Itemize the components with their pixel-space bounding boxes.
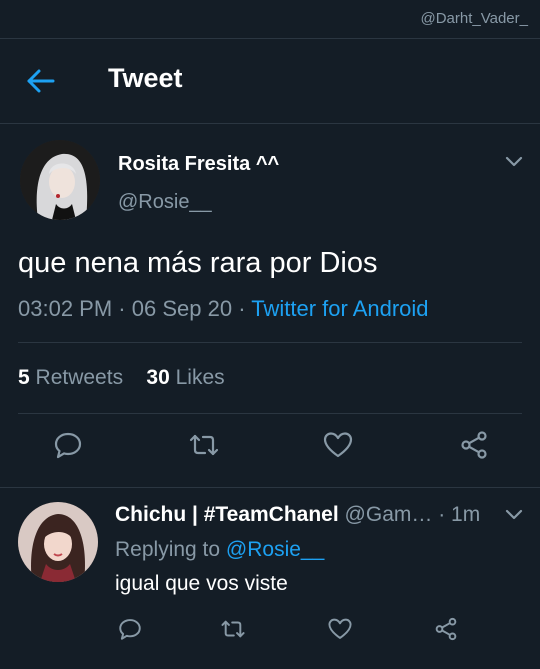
reply-time: 1m <box>451 503 481 526</box>
reply-author-name[interactable]: Chichu | #TeamChanel <box>115 503 339 526</box>
heart-icon[interactable] <box>322 429 354 461</box>
meta-separator: · <box>438 503 452 526</box>
reply-header: Chichu | #TeamChanel @Gam… · 1m <box>115 503 480 527</box>
avatar[interactable] <box>20 140 100 220</box>
top-bar: Tweet <box>0 38 540 124</box>
share-icon[interactable] <box>458 429 490 461</box>
tweet-source-link[interactable]: Twitter for Android <box>251 296 428 321</box>
reply-tweet[interactable]: Chichu | #TeamChanel @Gam… · 1m Replying… <box>0 488 540 669</box>
likes-stat[interactable]: 30 Likes <box>146 366 224 389</box>
author-name[interactable]: Rosita Fresita ^^ <box>118 153 279 176</box>
reply-text: igual que vos viste <box>115 572 288 595</box>
replying-to-label: Replying to <box>115 538 221 561</box>
tweet-date: 06 Sep 20 <box>131 296 233 321</box>
tweet-text: que nena más rara por Dios <box>18 247 378 279</box>
avatar[interactable] <box>18 502 98 582</box>
reply-author-handle[interactable]: @Gam… <box>345 503 433 526</box>
divider <box>18 413 522 414</box>
share-icon[interactable] <box>433 616 459 642</box>
page-title: Tweet <box>108 63 183 93</box>
comment-icon[interactable] <box>117 616 143 642</box>
heart-icon[interactable] <box>327 616 353 642</box>
back-arrow-icon[interactable] <box>26 67 56 95</box>
retweet-icon[interactable] <box>188 429 220 461</box>
retweet-icon[interactable] <box>220 616 246 642</box>
author-handle[interactable]: @Rosie__ <box>118 191 212 214</box>
comment-icon[interactable] <box>52 429 84 461</box>
meta-separator: · <box>238 296 252 321</box>
meta-separator: · <box>118 296 132 321</box>
chevron-down-icon[interactable] <box>504 508 524 522</box>
tweet-stats: 5 Retweets 30 Likes <box>18 366 225 390</box>
divider <box>18 342 522 343</box>
reply-actions <box>0 616 540 646</box>
tweet-meta: 03:02 PM · 06 Sep 20 · Twitter for Andro… <box>18 296 429 322</box>
watermark: @Darht_Vader_ <box>420 10 528 27</box>
replying-to-mention[interactable]: @Rosie__ <box>226 538 324 561</box>
replying-to: Replying to @Rosie__ <box>115 538 324 562</box>
chevron-down-icon[interactable] <box>504 155 524 169</box>
tweet-time: 03:02 PM <box>18 296 113 321</box>
main-tweet: Rosita Fresita ^^ @Rosie__ que nena más … <box>0 123 540 488</box>
retweets-stat[interactable]: 5 Retweets <box>18 366 123 389</box>
tweet-actions <box>0 429 540 469</box>
